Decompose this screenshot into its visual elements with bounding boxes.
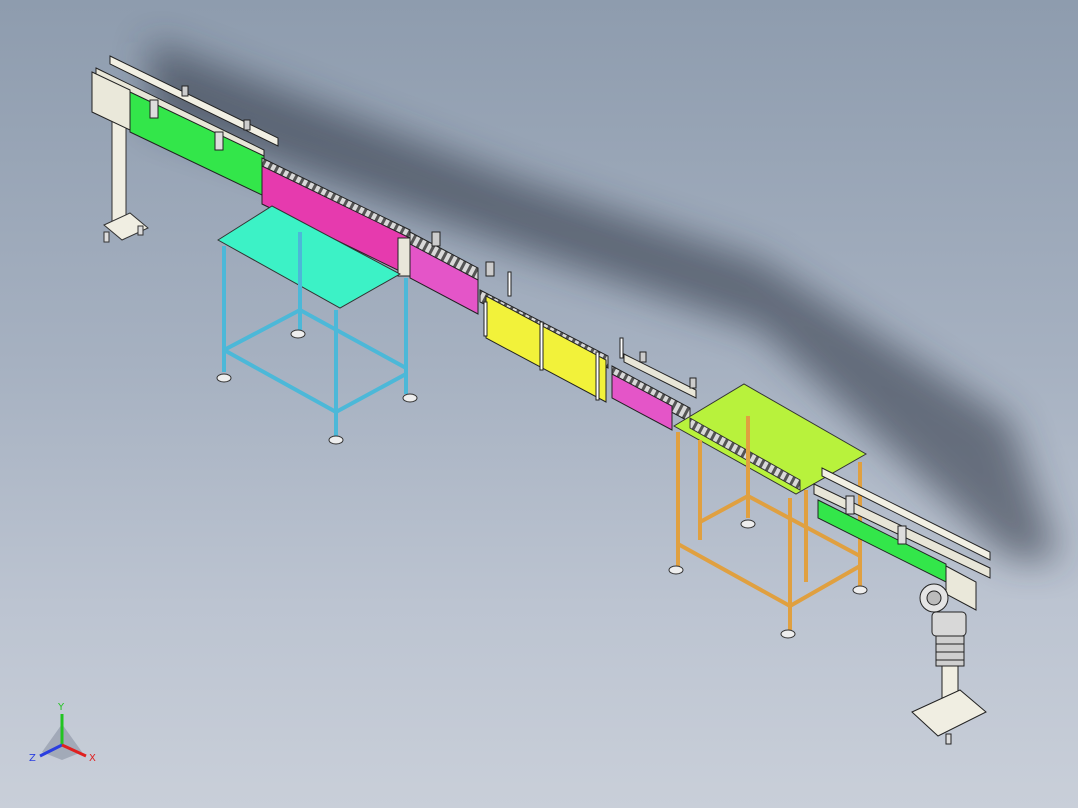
gearbox xyxy=(931,611,967,637)
orientation-triad[interactable]: Y Z X xyxy=(29,702,96,764)
rail-bracket xyxy=(149,99,159,119)
triad-y-label: Y xyxy=(57,702,65,713)
triad-z-label: Z xyxy=(29,753,36,764)
conveyor-assembly-model[interactable]: Y Z X xyxy=(0,0,1078,808)
rail-bracket xyxy=(845,495,855,515)
infeed-end-plate xyxy=(91,71,131,131)
rail-bracket xyxy=(214,131,224,151)
conveyor-section-transfer[interactable] xyxy=(611,351,697,431)
motor-body xyxy=(935,635,965,667)
outfeed-end-plate xyxy=(945,565,977,611)
right-stand-base xyxy=(911,689,987,737)
conveyor-section-yellow[interactable] xyxy=(479,271,624,403)
rail-bracket xyxy=(897,525,907,545)
left-stand-post xyxy=(111,111,127,225)
scene-shadow xyxy=(150,40,1060,560)
cad-viewport[interactable]: Y Z X xyxy=(0,0,1078,808)
triad-x-label: X xyxy=(89,753,96,764)
